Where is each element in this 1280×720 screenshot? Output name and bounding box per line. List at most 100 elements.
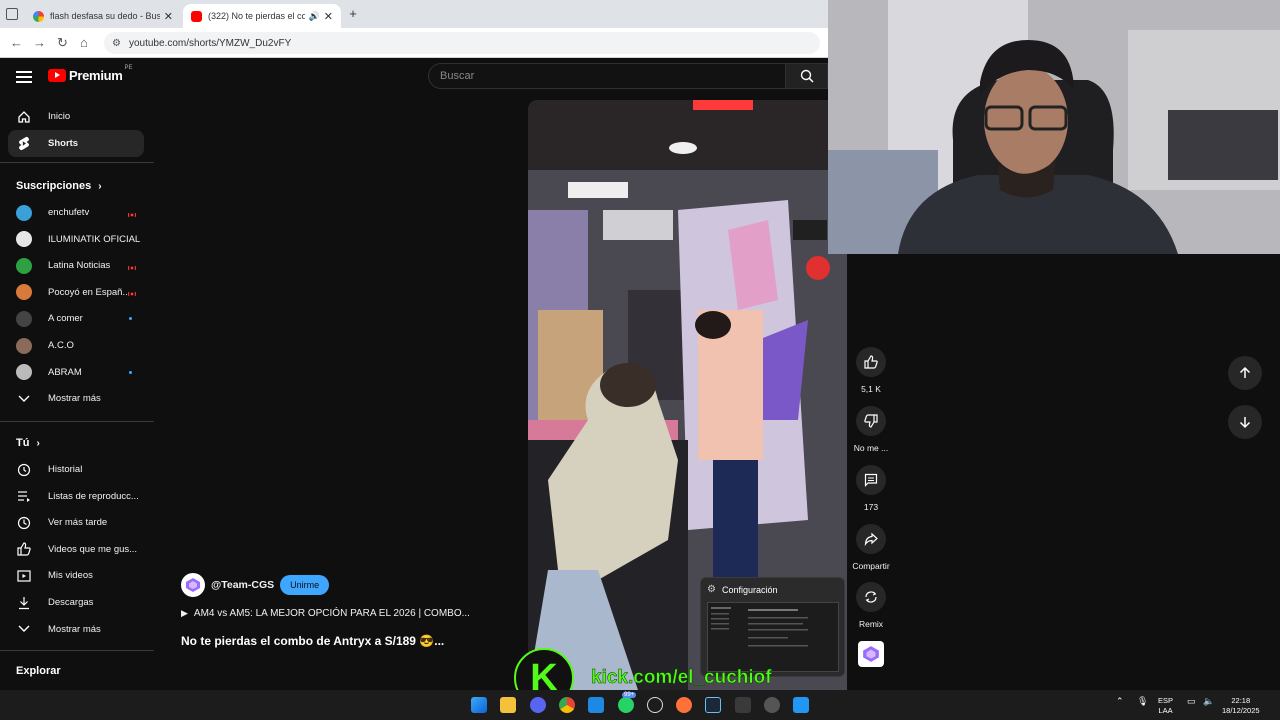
network-icon[interactable]: ▭ xyxy=(1187,696,1196,706)
popup-title: Configuración xyxy=(721,584,778,595)
search-input[interactable]: Buscar xyxy=(428,63,786,89)
steam-icon[interactable] xyxy=(705,697,721,713)
channel-name[interactable]: @Team-CGS xyxy=(211,579,274,591)
show-more-you[interactable]: Mostrar más xyxy=(8,616,144,643)
like-icon xyxy=(16,541,32,557)
like-button[interactable]: 5,1 K xyxy=(850,347,892,394)
watch-later-icon xyxy=(16,515,32,531)
sidebar-item-home[interactable]: Inicio xyxy=(8,103,144,130)
back-icon[interactable]: ← xyxy=(10,35,23,50)
remix-button[interactable]: Remix xyxy=(850,582,892,629)
time: 22:18 xyxy=(1231,696,1251,705)
sidebar-item-label: ILUMINATIK OFICIAL xyxy=(48,233,141,245)
my-videos-icon xyxy=(16,568,32,584)
sidebar-item-watch-later[interactable]: Ver más tarde xyxy=(8,509,144,536)
previous-short-button[interactable] xyxy=(1228,356,1262,390)
sidebar-item-my-videos[interactable]: Mis videos xyxy=(8,562,144,589)
chrome-icon[interactable] xyxy=(559,697,575,713)
audio-source-thumbnail[interactable] xyxy=(850,641,892,667)
dislike-button[interactable]: No me ... xyxy=(850,406,892,453)
sidebar-item-label: A.C.O xyxy=(48,340,74,351)
settings-icon[interactable] xyxy=(764,697,780,713)
live-icon xyxy=(128,289,136,297)
site-info-icon[interactable]: ⚙ xyxy=(112,38,121,49)
channel-avatar xyxy=(16,364,32,381)
history-icon xyxy=(16,462,32,478)
file-explorer-icon[interactable] xyxy=(500,697,516,713)
tab-title: flash desfasa su dedo - Buscar xyxy=(50,11,160,21)
discord-icon[interactable] xyxy=(530,697,546,713)
sidebar-item-subscription[interactable]: ILUMINATIK OFICIAL xyxy=(8,226,144,253)
arrow-up-icon xyxy=(1239,366,1251,378)
channel-row: @Team-CGS Unirme xyxy=(181,573,330,597)
obs-icon[interactable] xyxy=(647,697,663,713)
sidebar-item-label: Shorts xyxy=(48,138,79,149)
playlist-link[interactable]: ▶ AM4 vs AM5: LA MEJOR OPCIÓN PARA EL 20… xyxy=(181,608,470,619)
reload-icon[interactable]: ↻ xyxy=(57,35,68,51)
search-button[interactable] xyxy=(786,63,828,89)
sidebar-item-label: enchufetv xyxy=(48,207,90,218)
volume-icon[interactable]: 🔈 xyxy=(1203,696,1214,706)
browser-tab-bar: flash desfasa su dedo - Buscar ✕ (322) N… xyxy=(0,0,828,28)
join-button[interactable]: Unirme xyxy=(280,575,330,595)
shorts-icon xyxy=(16,136,32,152)
notification-badge: 99+ xyxy=(622,692,637,698)
show-more-subscriptions[interactable]: Mostrar más xyxy=(8,385,144,412)
url-field[interactable]: ⚙ youtube.com/shorts/YMZW_Du2vFY xyxy=(104,32,820,54)
channel-avatar xyxy=(16,337,32,354)
sidebar-item-label: Mostrar más xyxy=(48,623,101,635)
youtube-logo[interactable]: Premium PE xyxy=(48,64,133,83)
sidebar-item-subscription[interactable]: ABRAM xyxy=(8,359,144,386)
sidebar-item-like[interactable]: Videos que me gus... xyxy=(8,536,144,563)
sidebar-item-download[interactable]: Descargas xyxy=(8,589,144,616)
playlists-icon xyxy=(16,488,32,504)
next-short-button[interactable] xyxy=(1228,405,1262,439)
clock[interactable]: 22:18 18/12/2025 xyxy=(1222,696,1260,716)
download-icon xyxy=(16,595,32,611)
home-button-icon[interactable]: ⌂ xyxy=(80,35,88,50)
you-heading[interactable]: Tú › xyxy=(16,437,40,449)
tab-search-icon[interactable] xyxy=(6,8,18,20)
sidebar-item-subscription[interactable]: Pocoyó en Españ... xyxy=(8,279,144,306)
audio-icon[interactable]: 🔊 xyxy=(309,11,320,22)
share-icon xyxy=(864,532,878,546)
subscriptions-heading[interactable]: Suscripciones › xyxy=(16,180,102,192)
address-bar-row: ← → ↻ ⌂ ⚙ youtube.com/shorts/YMZW_Du2vFY xyxy=(0,28,828,58)
sidebar-item-playlists[interactable]: Listas de reproducc... xyxy=(8,483,144,510)
microphone-icon[interactable]: 🎙 xyxy=(1137,696,1148,706)
vscode-icon[interactable] xyxy=(588,697,604,713)
url-text: youtube.com/shorts/YMZW_Du2vFY xyxy=(128,37,292,49)
thumbs-down-icon xyxy=(864,414,878,428)
photos-icon[interactable] xyxy=(793,697,809,713)
forward-icon[interactable]: → xyxy=(33,35,46,50)
channel-avatar-image xyxy=(16,204,32,221)
sidebar-item-label: Latina Noticias xyxy=(48,260,111,272)
sidebar-item-label: Descargas xyxy=(48,597,94,608)
share-button[interactable]: Compartir xyxy=(850,524,892,571)
whatsapp-icon[interactable] xyxy=(618,697,634,713)
like-count: 5,1 K xyxy=(861,384,881,394)
tab-youtube[interactable]: (322) No te pierdas el combo de 🔊 ✕ xyxy=(183,4,341,28)
close-tab-icon[interactable]: ✕ xyxy=(164,10,173,23)
channel-avatar-image xyxy=(16,337,32,354)
sidebar-item-shorts[interactable]: Shorts xyxy=(8,130,144,157)
sidebar-item-subscription[interactable]: A.C.O xyxy=(8,332,144,359)
sidebar-item-subscription[interactable]: A comer xyxy=(8,305,144,332)
sidebar-item-history[interactable]: Historial xyxy=(8,456,144,483)
video-title: No te pierdas el combo de Antryx a S/189… xyxy=(181,634,445,648)
app-icon[interactable] xyxy=(735,697,751,713)
kick-url: kick.com/el_cuchiof xyxy=(591,667,772,689)
firefox-icon[interactable] xyxy=(676,697,692,713)
country-code: PE xyxy=(124,64,133,71)
comments-button[interactable]: 173 xyxy=(850,465,892,512)
channel-avatar[interactable] xyxy=(181,573,205,597)
close-tab-icon[interactable]: ✕ xyxy=(324,10,333,23)
language-indicator[interactable]: ESP LAA xyxy=(1158,696,1173,716)
chevron-up-icon[interactable]: ⌃ xyxy=(1116,696,1124,706)
sidebar-item-subscription[interactable]: Latina Noticias xyxy=(8,252,144,279)
tab-search-results[interactable]: flash desfasa su dedo - Buscar ✕ xyxy=(25,4,181,28)
menu-icon[interactable] xyxy=(16,68,32,84)
sidebar-item-subscription[interactable]: enchufetv xyxy=(8,199,144,226)
new-tab-button[interactable]: + xyxy=(345,6,361,22)
windows-start-icon[interactable] xyxy=(471,697,487,713)
